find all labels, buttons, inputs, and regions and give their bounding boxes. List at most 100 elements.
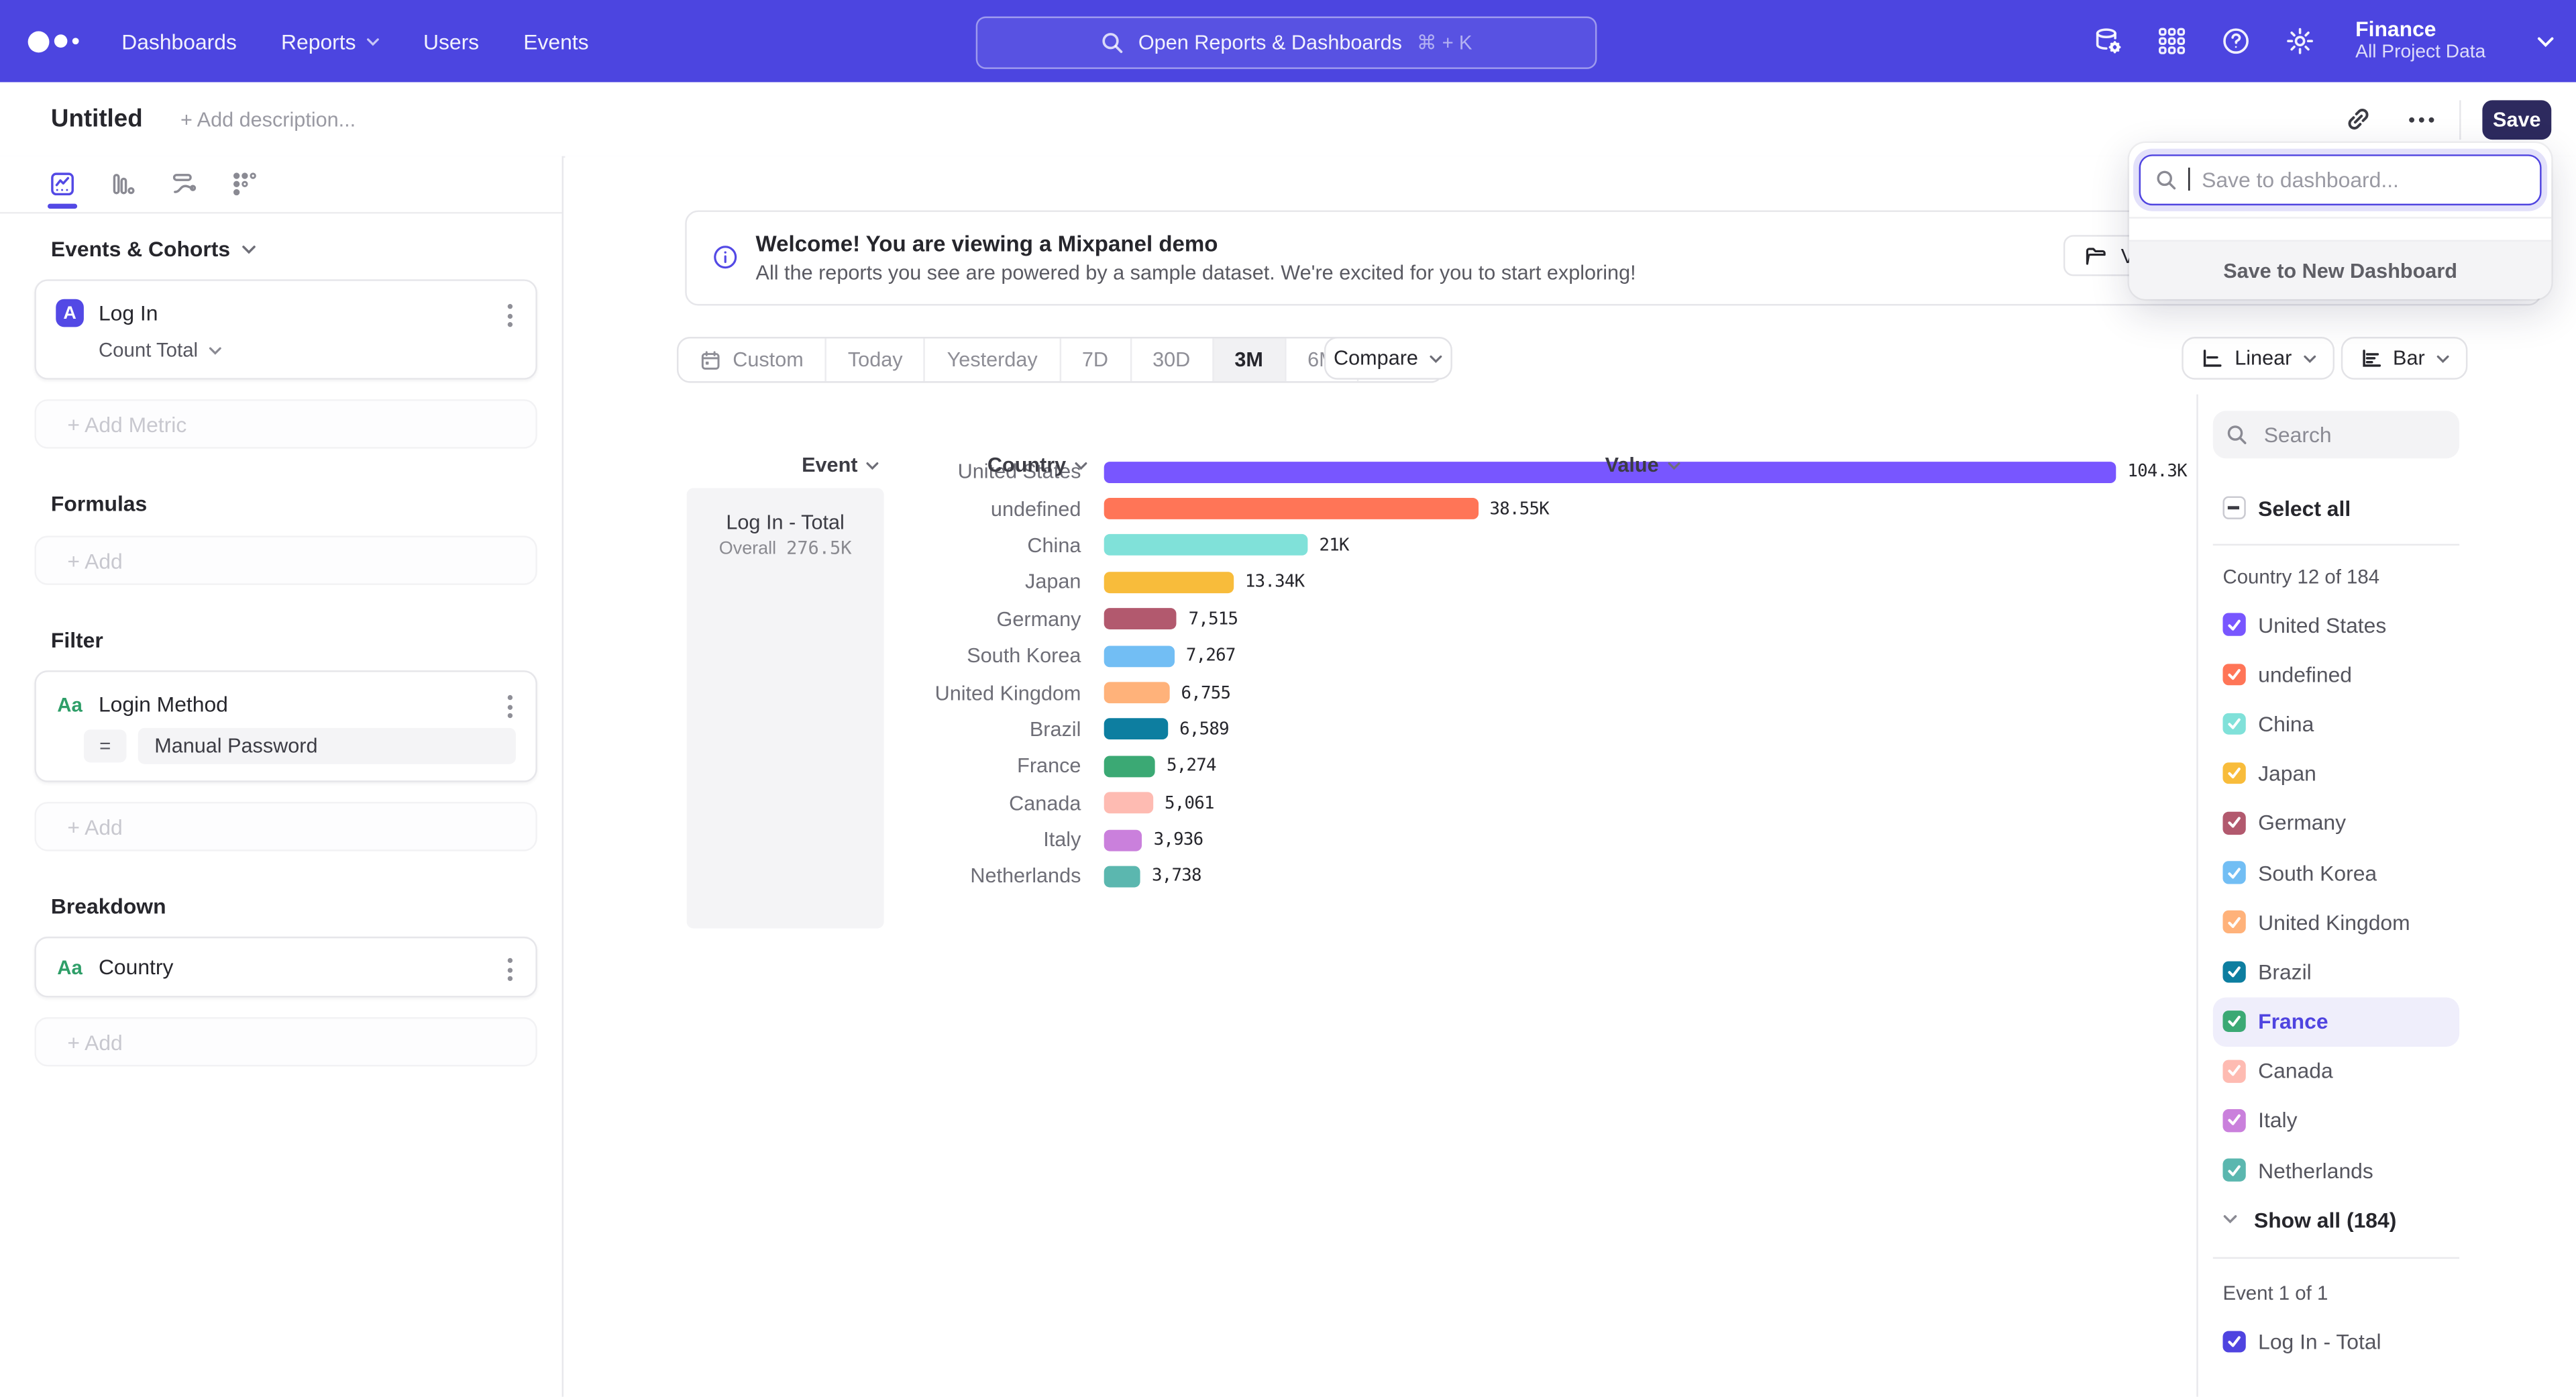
date-range-3m[interactable]: 3M <box>1212 338 1285 381</box>
nav-item-reports[interactable]: Reports <box>281 29 379 54</box>
legend-item-japan[interactable]: Japan <box>2213 749 2459 798</box>
tab-retention-icon[interactable] <box>231 171 258 197</box>
add-filter-button[interactable]: + Add <box>34 802 537 851</box>
more-actions-icon[interactable] <box>2408 116 2434 123</box>
bar[interactable] <box>1104 829 1142 851</box>
show-all-button[interactable]: Show all (184) <box>2213 1195 2576 1245</box>
save-to-dashboard-input[interactable]: Save to dashboard... <box>2139 154 2542 205</box>
nav-item-events[interactable]: Events <box>523 29 588 54</box>
checkbox-checked[interactable] <box>2222 1110 2245 1132</box>
bar[interactable] <box>1104 756 1155 777</box>
events-cohorts-heading[interactable]: Events & Cohorts <box>51 237 562 262</box>
bar[interactable] <box>1104 719 1168 740</box>
breakdown-property-name[interactable]: Country <box>99 955 174 980</box>
checkbox-checked[interactable] <box>2222 862 2245 884</box>
legend-item-label: South Korea <box>2258 860 2377 885</box>
compare-button[interactable]: Compare <box>1324 337 1452 380</box>
breakdown-kebab-icon[interactable] <box>504 955 516 984</box>
legend-item-germany[interactable]: Germany <box>2213 798 2459 848</box>
legend-item-united-states[interactable]: United States <box>2213 600 2459 650</box>
select-all-row[interactable]: Select all <box>2213 495 2576 521</box>
tab-flows-icon[interactable] <box>171 171 197 197</box>
add-description-field[interactable]: + Add description... <box>180 107 356 130</box>
column-header-country[interactable]: Country <box>987 454 1087 476</box>
column-header-value[interactable]: Value <box>1605 454 1680 476</box>
checkbox-checked[interactable] <box>2222 812 2245 834</box>
event-summary-panel[interactable]: Log In - Total Overall 276.5K <box>687 488 884 928</box>
save-button[interactable]: Save <box>2482 99 2551 139</box>
bar-value-label: 3,738 <box>1152 867 1201 886</box>
scale-selector-button[interactable]: Linear <box>2182 337 2334 380</box>
bar-value-label: 13.34K <box>1245 572 1305 592</box>
checkbox-checked[interactable] <box>2222 911 2245 933</box>
tab-funnels-icon[interactable] <box>110 171 136 197</box>
filter-property-name[interactable]: Login Method <box>99 692 228 717</box>
date-range-yesterday[interactable]: Yesterday <box>924 338 1059 381</box>
legend-search-box[interactable] <box>2213 411 2459 458</box>
tab-insights-icon[interactable] <box>49 171 75 197</box>
bar-row-brazil: Brazil6,589 <box>685 711 2196 748</box>
copy-link-icon[interactable] <box>2345 105 2373 134</box>
nav-item-users[interactable]: Users <box>423 29 479 54</box>
legend-item-france[interactable]: France <box>2213 996 2459 1046</box>
nav-item-dashboards[interactable]: Dashboards <box>121 29 237 54</box>
metric-kebab-icon[interactable] <box>504 301 516 330</box>
checkbox-checked[interactable] <box>2222 663 2245 685</box>
bar[interactable] <box>1104 535 1308 556</box>
legend-search-input[interactable] <box>2261 421 2448 449</box>
checkbox-checked[interactable] <box>2222 1159 2245 1182</box>
filter-kebab-icon[interactable] <box>504 692 516 721</box>
chart-type-button[interactable]: Bar <box>2341 337 2468 380</box>
checkbox-checked[interactable] <box>2222 713 2245 735</box>
legend-item-brazil[interactable]: Brazil <box>2213 947 2459 996</box>
add-breakdown-button[interactable]: + Add <box>34 1017 537 1066</box>
bar[interactable] <box>1104 645 1175 667</box>
aggregation-selector[interactable]: Count Total <box>99 338 516 361</box>
report-title[interactable]: Untitled <box>51 105 143 134</box>
checkbox-checked[interactable] <box>2222 613 2245 635</box>
add-formula-button[interactable]: + Add <box>34 535 537 584</box>
help-icon[interactable] <box>2220 26 2250 56</box>
select-all-checkbox-indeterminate[interactable] <box>2222 497 2245 519</box>
bar[interactable] <box>1104 609 1177 630</box>
legend-item-china[interactable]: China <box>2213 699 2459 749</box>
add-metric-button[interactable]: + Add Metric <box>34 399 537 448</box>
legend-item-united-kingdom[interactable]: United Kingdom <box>2213 897 2459 947</box>
bar[interactable] <box>1104 498 1479 519</box>
filter-value-chip[interactable]: Manual Password <box>138 728 516 764</box>
apps-grid-icon[interactable] <box>2157 26 2186 56</box>
filter-card[interactable]: Aa Login Method = Manual Password <box>34 670 537 782</box>
metric-event-name[interactable]: Log In <box>99 301 158 325</box>
bar[interactable] <box>1104 572 1234 593</box>
checkbox-checked[interactable] <box>2222 961 2245 983</box>
settings-gear-icon[interactable] <box>2285 26 2314 56</box>
bar[interactable] <box>1104 682 1170 703</box>
legend-item-undefined[interactable]: undefined <box>2213 650 2459 699</box>
column-header-event[interactable]: Event <box>802 454 879 476</box>
data-management-icon[interactable] <box>2092 26 2122 56</box>
date-range-7d[interactable]: 7D <box>1059 338 1130 381</box>
checkbox-checked[interactable] <box>2222 1331 2245 1353</box>
bar[interactable] <box>1104 866 1140 888</box>
project-selector[interactable]: Finance All Project Data <box>2355 18 2485 64</box>
bar[interactable] <box>1104 792 1153 814</box>
metric-card[interactable]: A Log In Count Total <box>34 279 537 379</box>
legend-item-netherlands[interactable]: Netherlands <box>2213 1145 2459 1195</box>
save-to-new-dashboard-button[interactable]: Save to New Dashboard <box>2129 240 2551 299</box>
date-range-custom[interactable]: Custom <box>678 338 824 381</box>
breakdown-card[interactable]: Aa Country <box>34 937 537 998</box>
checkbox-checked[interactable] <box>2222 1060 2245 1082</box>
global-search-button[interactable]: Open Reports & Dashboards ⌘ + K <box>976 16 1597 68</box>
legend-item-italy[interactable]: Italy <box>2213 1096 2459 1145</box>
mixpanel-insights-report: Dashboards Reports Users Events Open Report… <box>0 0 2576 1397</box>
legend-item-log-in-total[interactable]: Log In - Total <box>2213 1317 2459 1367</box>
legend-item-canada[interactable]: Canada <box>2213 1046 2459 1096</box>
date-range-today[interactable]: Today <box>825 338 924 381</box>
checkbox-checked[interactable] <box>2222 762 2245 784</box>
checkbox-checked[interactable] <box>2222 1011 2245 1033</box>
filter-operator-chip[interactable]: = <box>84 729 127 762</box>
legend-item-south-korea[interactable]: South Korea <box>2213 848 2459 898</box>
mixpanel-logo[interactable] <box>28 30 79 52</box>
project-chevron-down-icon[interactable] <box>2536 36 2555 47</box>
date-range-30d[interactable]: 30D <box>1130 338 1212 381</box>
